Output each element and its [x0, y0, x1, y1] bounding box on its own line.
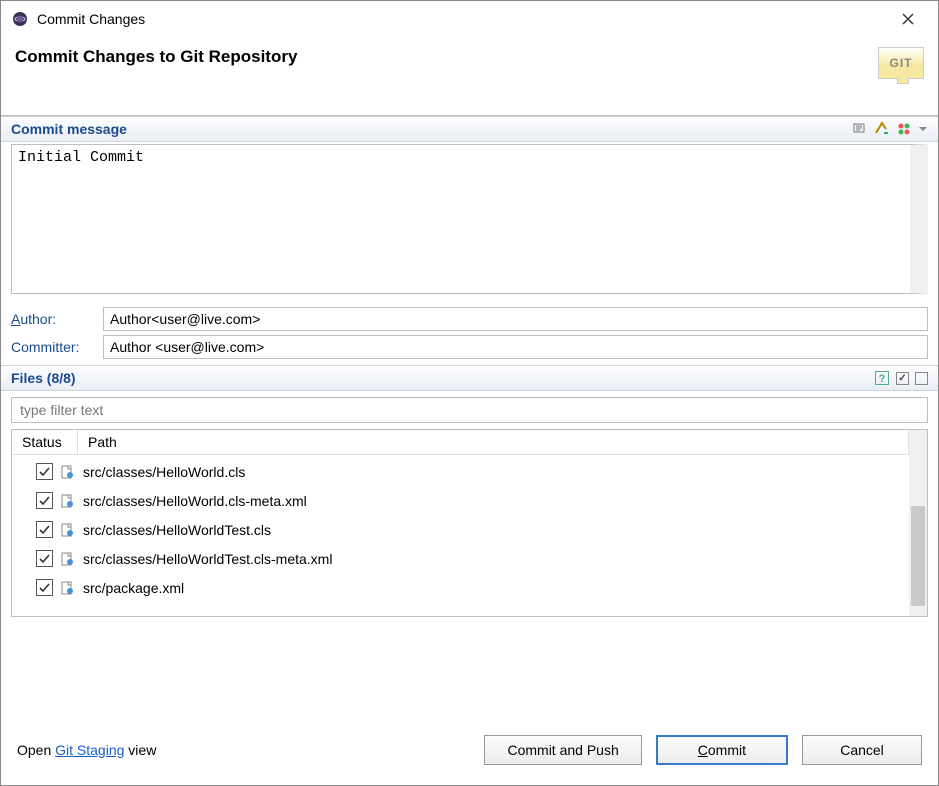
deselect-all-checkbox[interactable] [915, 372, 928, 385]
column-path[interactable]: Path [78, 430, 909, 454]
table-row[interactable]: src/classes/HelloWorld.cls [12, 457, 909, 486]
select-all-checkbox[interactable] [896, 372, 909, 385]
file-icon [59, 464, 75, 480]
commit-button[interactable]: Commit [656, 735, 788, 765]
staging-hint: Open Git Staging view [17, 742, 156, 758]
commit-message-label: Commit message [11, 121, 127, 137]
files-section-header: Files (8/8) ? [1, 365, 938, 391]
committer-row: Committer: [1, 333, 938, 365]
cancel-button[interactable]: Cancel [802, 735, 922, 765]
git-icon: GIT [878, 47, 924, 79]
table-header: Status Path [12, 430, 909, 455]
file-icon [59, 522, 75, 538]
view-menu-icon[interactable] [918, 124, 928, 134]
committer-input[interactable] [103, 335, 928, 359]
file-path: src/classes/HelloWorldTest.cls-meta.xml [83, 551, 332, 567]
author-input[interactable] [103, 307, 928, 331]
staging-prefix: Open [17, 742, 55, 758]
window-title: Commit Changes [37, 11, 145, 27]
commit-dialog: Commit Changes Commit Changes to Git Rep… [0, 0, 939, 786]
author-label: Author: [11, 311, 103, 327]
file-path: src/classes/HelloWorldTest.cls [83, 522, 271, 538]
files-table: Status Path src/classes/HelloWorld.cls sr… [11, 429, 928, 617]
table-row[interactable]: src/classes/HelloWorld.cls-meta.xml [12, 486, 909, 515]
dialog-title: Commit Changes to Git Repository [15, 47, 297, 67]
file-icon [59, 551, 75, 567]
button-row: Commit and Push Commit Cancel [484, 735, 922, 765]
filter-area [1, 391, 938, 429]
files-toolbar: ? [874, 370, 928, 386]
file-icon [59, 580, 75, 596]
commit-message-toolbar [852, 121, 928, 137]
files-label: Files (8/8) [11, 370, 76, 386]
sign-off-icon[interactable] [874, 121, 890, 137]
commit-and-push-button[interactable]: Commit and Push [484, 735, 641, 765]
staging-suffix: view [124, 742, 156, 758]
committer-label: Committer: [11, 339, 103, 355]
svg-text:?: ? [879, 373, 886, 385]
commit-message-input[interactable] [11, 144, 928, 294]
table-row[interactable]: src/package.xml [12, 573, 909, 602]
close-button[interactable] [888, 4, 928, 34]
row-checkbox[interactable] [36, 550, 53, 567]
table-row[interactable]: src/classes/HelloWorldTest.cls [12, 515, 909, 544]
dialog-header: Commit Changes to Git Repository GIT [1, 37, 938, 116]
commit-label-rest: ommit [708, 742, 746, 758]
amend-icon[interactable] [852, 121, 868, 137]
column-status[interactable]: Status [12, 430, 78, 454]
table-row[interactable]: src/classes/HelloWorldTest.cls-meta.xml [12, 544, 909, 573]
bottom-bar: Open Git Staging view Commit and Push Co… [1, 717, 938, 785]
commit-message-area [1, 142, 938, 305]
file-path: src/package.xml [83, 580, 184, 596]
commit-message-section-header: Commit message [1, 116, 938, 142]
commit-mnemonic: C [698, 742, 708, 758]
row-checkbox[interactable] [36, 492, 53, 509]
scroll-thumb[interactable] [911, 506, 925, 606]
eclipse-icon [11, 10, 29, 28]
scrollbar[interactable] [909, 430, 927, 616]
row-checkbox[interactable] [36, 521, 53, 538]
change-id-icon[interactable] [896, 121, 912, 137]
row-checkbox[interactable] [36, 463, 53, 480]
file-path: src/classes/HelloWorld.cls-meta.xml [83, 493, 307, 509]
git-staging-link[interactable]: Git Staging [55, 742, 124, 758]
filter-input[interactable] [11, 397, 928, 423]
help-icon[interactable]: ? [874, 370, 890, 386]
file-icon [59, 493, 75, 509]
row-checkbox[interactable] [36, 579, 53, 596]
titlebar: Commit Changes [1, 1, 938, 37]
file-path: src/classes/HelloWorld.cls [83, 464, 245, 480]
author-row: Author: [1, 305, 938, 333]
